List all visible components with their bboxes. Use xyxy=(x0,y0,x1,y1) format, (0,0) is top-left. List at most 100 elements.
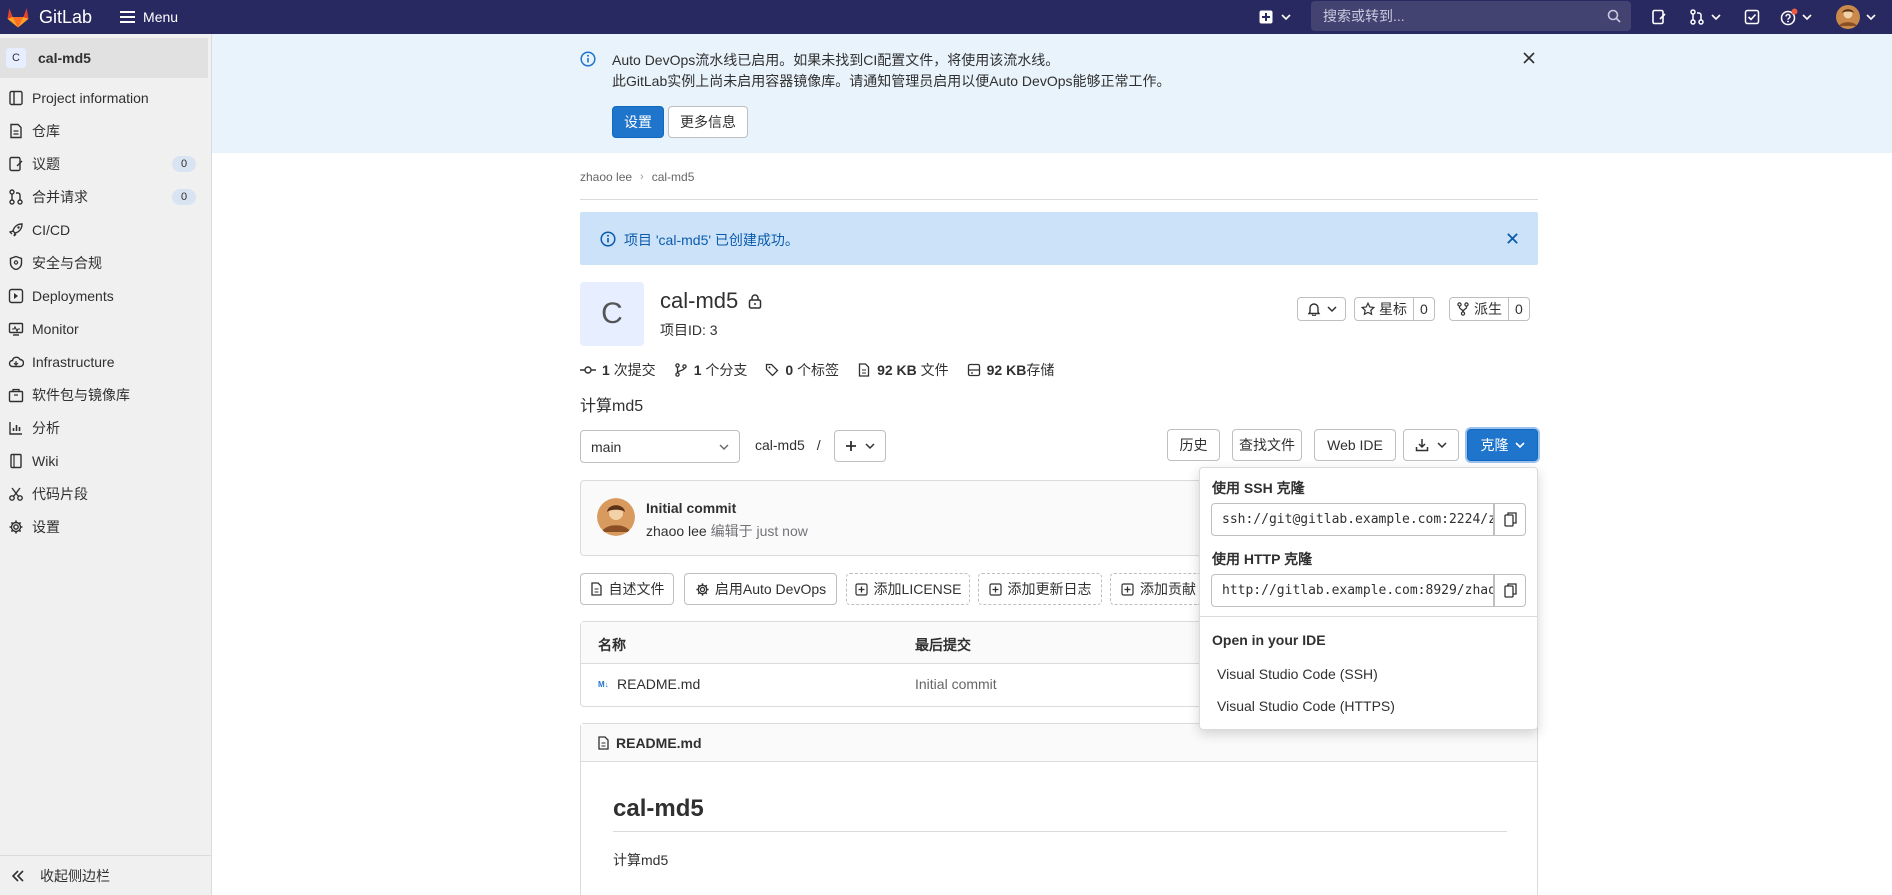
user-menu-button[interactable] xyxy=(1836,0,1876,34)
project-created-alert: 项目 'cal-md5' 已创建成功。 xyxy=(580,212,1538,265)
chevron-down-icon xyxy=(719,444,729,450)
add-contributing-button[interactable]: 添加贡献 xyxy=(1110,573,1199,605)
files-stat[interactable]: 92 KB 文件 xyxy=(857,360,949,380)
branches-stat[interactable]: 1 个分支 xyxy=(674,360,747,380)
gear-icon xyxy=(696,582,709,596)
sidebar-item-cicd[interactable]: CI/CD xyxy=(0,213,208,246)
copy-ssh-url-button[interactable] xyxy=(1494,503,1526,536)
storage-icon xyxy=(967,363,980,377)
enable-auto-devops-label: 启用Auto DevOps xyxy=(714,581,827,597)
copy-http-url-button[interactable] xyxy=(1494,574,1526,607)
file-name[interactable]: README.md xyxy=(617,676,700,692)
add-license-button[interactable]: 添加LICENSE xyxy=(846,573,970,605)
sidebar-item-project-information[interactable]: Project information xyxy=(0,81,208,114)
commits-stat[interactable]: 1 次提交 xyxy=(580,360,656,380)
readme-filename[interactable]: README.md xyxy=(616,735,702,751)
star-button[interactable]: 星标 0 xyxy=(1354,297,1435,321)
add-license-label: 添加LICENSE xyxy=(873,581,962,597)
help-nav-button[interactable] xyxy=(1780,0,1812,34)
sidebar-item-label: 分析 xyxy=(32,419,60,436)
banner-more-info-button[interactable]: 更多信息 xyxy=(668,106,748,138)
todos-nav-button[interactable] xyxy=(1744,0,1760,34)
chevron-down-icon xyxy=(1326,306,1337,313)
sidebar-item-monitor[interactable]: Monitor xyxy=(0,312,208,345)
fork-button[interactable]: 派生 0 xyxy=(1449,297,1530,321)
sidebar-item-settings[interactable]: 设置 xyxy=(0,510,208,543)
breadcrumb: zhaoo lee › cal-md5 xyxy=(580,170,694,184)
sidebar-item-packages[interactable]: 软件包与镜像库 xyxy=(0,378,208,411)
open-vscode-https-item[interactable]: Visual Studio Code (HTTPS) xyxy=(1217,698,1395,714)
files-size: 92 KB xyxy=(877,362,917,378)
file-icon xyxy=(858,363,870,377)
copy-icon xyxy=(1503,512,1517,527)
branch-icon xyxy=(674,363,687,377)
menu-button[interactable]: Menu xyxy=(120,0,178,34)
sidebar-item-label: 议题 xyxy=(32,155,60,172)
sidebar-item-repository[interactable]: 仓库 xyxy=(0,114,208,147)
file-last-commit[interactable]: Initial commit xyxy=(915,676,997,692)
sidebar-item-deployments[interactable]: Deployments xyxy=(0,279,208,312)
snippet-icon xyxy=(9,487,23,501)
sidebar-project-header[interactable]: C cal-md5 xyxy=(0,38,208,78)
brand-name: GitLab xyxy=(39,6,93,27)
search-input[interactable]: 搜索或转到... xyxy=(1311,1,1631,31)
find-file-button[interactable]: 查找文件 xyxy=(1232,429,1302,461)
sidebar-item-infrastructure[interactable]: Infrastructure xyxy=(0,345,208,378)
cloud-icon xyxy=(8,356,24,367)
clone-dropdown-button[interactable]: 克隆 xyxy=(1467,429,1538,461)
repo-path-name[interactable]: cal-md5 xyxy=(755,437,805,453)
lock-icon xyxy=(749,294,762,309)
column-last-commit: 最后提交 xyxy=(915,637,971,653)
storage-label: 存储 xyxy=(1026,362,1055,378)
history-button[interactable]: 历史 xyxy=(1167,429,1220,461)
sidebar-item-merge-requests[interactable]: 合并请求 0 xyxy=(0,180,208,213)
http-clone-header: 使用 HTTP 克隆 xyxy=(1212,551,1313,567)
add-readme-button[interactable]: 自述文件 xyxy=(580,573,674,605)
collapse-sidebar-button[interactable]: 收起侧边栏 xyxy=(0,855,211,895)
banner-settings-button[interactable]: 设置 xyxy=(612,106,664,138)
sidebar-item-issues[interactable]: 议题 0 xyxy=(0,147,208,180)
close-icon[interactable] xyxy=(1522,51,1536,65)
repo-path-separator: / xyxy=(816,437,821,453)
shield-icon xyxy=(9,255,23,270)
sidebar-item-wiki[interactable]: Wiki xyxy=(0,444,208,477)
add-changelog-button[interactable]: 添加更新日志 xyxy=(978,573,1102,605)
breadcrumb-project[interactable]: cal-md5 xyxy=(652,170,695,184)
breadcrumb-owner[interactable]: zhaoo lee xyxy=(580,170,632,184)
info-icon xyxy=(580,51,596,67)
commit-author-avatar[interactable] xyxy=(597,498,635,536)
web-ide-button[interactable]: Web IDE xyxy=(1314,429,1396,461)
project-info-icon xyxy=(9,90,23,105)
commit-author[interactable]: zhaoo lee xyxy=(646,523,707,539)
sidebar-project-name: cal-md5 xyxy=(38,50,91,66)
star-icon xyxy=(1361,302,1375,316)
http-clone-url-input[interactable]: http://gitlab.example.com:8929/zhaoo/cal… xyxy=(1211,574,1494,607)
sidebar-item-security[interactable]: 安全与合规 xyxy=(0,246,208,279)
open-vscode-ssh-item[interactable]: Visual Studio Code (SSH) xyxy=(1217,666,1378,682)
chevron-down-icon xyxy=(1437,442,1447,449)
add-to-tree-dropdown[interactable] xyxy=(834,430,886,462)
sidebar-item-snippets[interactable]: 代码片段 xyxy=(0,477,208,510)
storage-stat[interactable]: 92 KB 存储 xyxy=(967,360,1055,380)
close-icon[interactable] xyxy=(1506,232,1519,245)
gitlab-logo[interactable]: GitLab xyxy=(4,0,92,34)
new-dropdown-button[interactable] xyxy=(1259,0,1291,34)
chevron-down-icon xyxy=(1802,14,1812,21)
deployments-icon xyxy=(8,288,24,303)
sidebar-item-analytics[interactable]: 分析 xyxy=(0,411,208,444)
ssh-clone-url-input[interactable]: ssh://git@gitlab.example.com:2224/zhaoo/… xyxy=(1211,503,1494,536)
download-dropdown[interactable] xyxy=(1403,429,1459,461)
monitor-icon xyxy=(8,322,24,336)
merge-requests-nav-button[interactable] xyxy=(1689,0,1721,34)
enable-auto-devops-button[interactable]: 启用Auto DevOps xyxy=(684,573,837,605)
todo-check-icon xyxy=(1744,9,1760,25)
chart-icon xyxy=(9,421,22,435)
gear-icon xyxy=(9,520,23,533)
ssh-clone-header: 使用 SSH 克隆 xyxy=(1212,480,1305,496)
tags-stat[interactable]: 0 个标签 xyxy=(765,360,839,380)
issues-nav-button[interactable] xyxy=(1651,0,1667,34)
branch-selector[interactable]: main xyxy=(580,430,740,463)
notification-dropdown[interactable] xyxy=(1297,297,1346,321)
star-count: 0 xyxy=(1413,298,1434,320)
commit-title[interactable]: Initial commit xyxy=(646,500,736,516)
